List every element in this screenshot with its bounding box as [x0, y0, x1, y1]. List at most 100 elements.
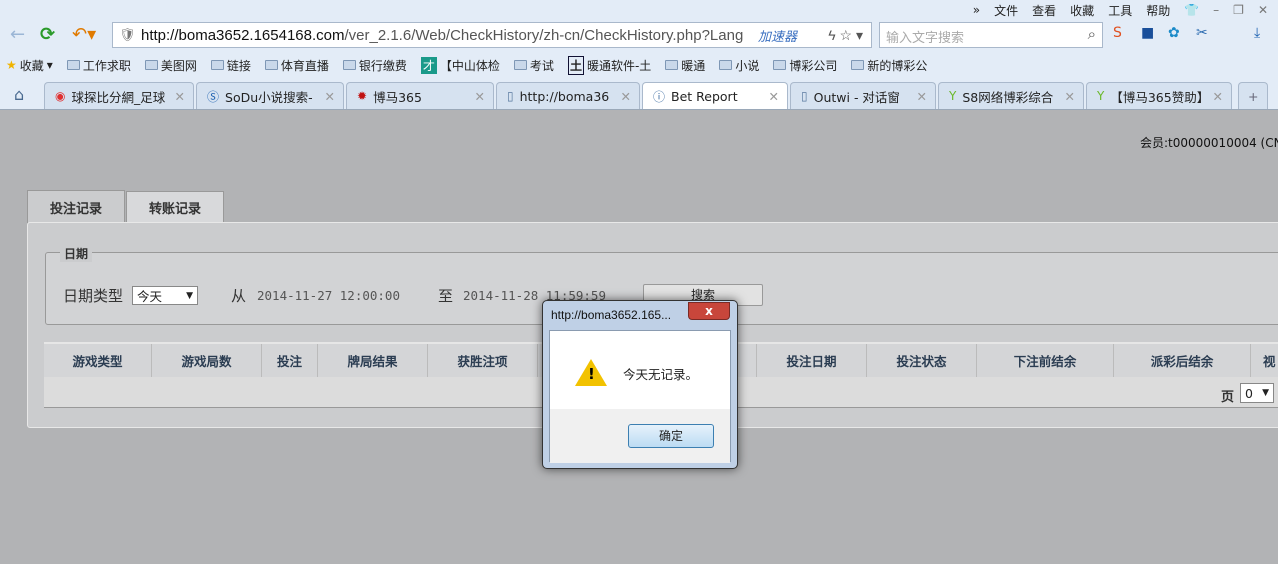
- date-type-select[interactable]: 今天 ▼: [132, 286, 198, 305]
- from-date[interactable]: 2014-11-27 12:00:00: [257, 288, 400, 303]
- url-host: http://boma3652.1654168.com: [141, 26, 345, 44]
- extension-icon[interactable]: S: [1113, 25, 1122, 41]
- bookmark-label: 【中山体检: [439, 58, 500, 73]
- dialog-close-button[interactable]: x: [688, 302, 730, 320]
- close-tab-icon[interactable]: ✕: [475, 89, 485, 104]
- folder-icon: [773, 60, 787, 70]
- bookmark-label: 美图网: [160, 58, 197, 73]
- bookmark[interactable]: 暖通: [665, 57, 705, 74]
- menu-file[interactable]: 文件: [994, 2, 1018, 19]
- search-input[interactable]: 输入文字搜索 ⌕: [879, 22, 1103, 48]
- back-icon[interactable]: ←: [10, 24, 25, 45]
- tab-label: S8网络博彩综合: [962, 89, 1054, 105]
- menu-more[interactable]: »: [973, 3, 980, 17]
- bookmark-label: 博彩公司: [789, 58, 838, 73]
- browser-tab[interactable]: ▯ Outwi - 对话窗 ✕: [790, 82, 936, 109]
- address-bar[interactable]: 🛡 http://boma3652.1654168.com/ver_2.1.6/…: [112, 22, 872, 48]
- browser-tab[interactable]: Y 【博马365赞助】 ✕: [1086, 82, 1232, 109]
- site-icon: Ⓢ: [207, 89, 220, 104]
- bookmark[interactable]: 才【中山体检: [420, 56, 500, 74]
- menu-view[interactable]: 查看: [1032, 2, 1056, 19]
- chevron-down-icon: ▼: [1262, 388, 1269, 398]
- bookmark[interactable]: 小说: [719, 57, 759, 74]
- tab-transfer-records[interactable]: 转账记录: [126, 191, 224, 222]
- column-header: 视: [1251, 344, 1278, 377]
- close-window-button[interactable]: ✕: [1258, 3, 1268, 17]
- search-icon[interactable]: ⌕: [1088, 25, 1096, 43]
- bookmark[interactable]: 博彩公司: [773, 57, 837, 74]
- date-legend: 日期: [60, 245, 93, 262]
- extension-icon[interactable]: ✂: [1196, 25, 1208, 41]
- bookmark-label: 银行缴费: [358, 58, 407, 73]
- menu-tools[interactable]: 工具: [1108, 2, 1132, 19]
- bookmark[interactable]: 体育直播: [264, 57, 329, 74]
- lightning-icon[interactable]: ϟ: [828, 27, 835, 43]
- minimize-button[interactable]: –: [1213, 3, 1219, 17]
- browser-tab[interactable]: ◉ 球探比分網_足球 ✕: [44, 82, 194, 109]
- column-header: 牌局结果: [318, 344, 428, 377]
- info-icon: ⓘ: [653, 89, 666, 104]
- bookmark[interactable]: 美图网: [144, 57, 197, 74]
- page-label: 页: [1221, 390, 1235, 405]
- menu-bar: » 文件 查看 收藏 工具 帮助 👕 – ❐ ✕: [973, 0, 1278, 20]
- browser-tab[interactable]: ▯ http://boma36 ✕: [496, 82, 640, 109]
- browser-tab[interactable]: Ⓢ SoDu小说搜索- ✕: [196, 82, 344, 109]
- menu-help[interactable]: 帮助: [1146, 2, 1170, 19]
- tab-label: 【博马365赞助】: [1110, 89, 1210, 105]
- bookmark[interactable]: 工作求职: [66, 57, 131, 74]
- folder-icon: [66, 60, 80, 70]
- folder-icon: [342, 60, 356, 70]
- column-header: 游戏局数: [152, 344, 262, 377]
- bookmark[interactable]: 链接: [210, 57, 251, 74]
- close-tab-icon[interactable]: ✕: [1213, 89, 1223, 104]
- page-icon: ▯: [507, 89, 514, 103]
- new-tab-button[interactable]: +: [1238, 82, 1268, 109]
- folder-icon: [665, 60, 679, 70]
- browser-tab-active[interactable]: ⓘ Bet Report ✕: [642, 82, 788, 109]
- restore-button[interactable]: ❐: [1233, 3, 1244, 17]
- close-tab-icon[interactable]: ✕: [621, 89, 631, 104]
- close-tab-icon[interactable]: ✕: [769, 89, 779, 104]
- download-icon[interactable]: ⤓: [1254, 25, 1260, 41]
- to-label: 至: [438, 287, 454, 305]
- folder-icon: [719, 60, 733, 70]
- star-icon[interactable]: ☆: [840, 27, 853, 43]
- dialog-message: 今天无记录。: [623, 367, 699, 382]
- bookmark-label: 小说: [735, 58, 760, 73]
- browser-chrome: » 文件 查看 收藏 工具 帮助 👕 – ❐ ✕ ← ⟳ ↶▾ 🛡 http:/…: [0, 0, 1278, 110]
- menu-favorites[interactable]: 收藏: [1070, 2, 1094, 19]
- bookmarks-bar: ★ 收藏 ▾ 工作求职 美图网 链接 体育直播 银行缴费 才【中山体检 考试 土暖通…: [6, 52, 927, 78]
- tab-bet-records[interactable]: 投注记录: [27, 190, 125, 223]
- close-tab-icon[interactable]: ✕: [1065, 89, 1075, 104]
- bookmark[interactable]: 银行缴费: [342, 57, 407, 74]
- bookmark[interactable]: 土暖通软件-土: [567, 55, 652, 75]
- tab-label: http://boma36: [519, 88, 610, 104]
- extension-icon[interactable]: ■: [1141, 25, 1154, 41]
- close-tab-icon[interactable]: ✕: [175, 89, 185, 104]
- bookmark[interactable]: 考试: [513, 57, 554, 74]
- bookmark[interactable]: 新的博彩公: [851, 57, 927, 74]
- warning-icon: !: [575, 359, 607, 386]
- tab-label: SoDu小说搜索-: [225, 89, 313, 105]
- close-tab-icon[interactable]: ✕: [917, 89, 927, 104]
- home-icon[interactable]: ⌂: [14, 85, 24, 104]
- dialog-title: http://boma3652.165...: [551, 308, 672, 322]
- browser-tab[interactable]: ✹ 博马365 ✕: [346, 82, 494, 109]
- column-header: 投注日期: [757, 344, 867, 377]
- page-select[interactable]: 0 ▼: [1240, 383, 1274, 403]
- accelerator-link[interactable]: 加速器: [758, 26, 797, 45]
- ok-button[interactable]: 确定: [628, 424, 714, 448]
- folder-icon: [264, 60, 278, 70]
- extension-icon[interactable]: ✿: [1168, 25, 1180, 41]
- bookmark-label: 暖通软件-土: [586, 58, 652, 73]
- skin-icon[interactable]: 👕: [1184, 3, 1199, 17]
- column-header: 游戏类型: [44, 344, 152, 377]
- site-icon: ✹: [357, 89, 368, 103]
- bookmark-label: 体育直播: [280, 58, 329, 73]
- browser-tab[interactable]: Y S8网络博彩综合 ✕: [938, 82, 1084, 109]
- close-tab-icon[interactable]: ✕: [325, 89, 335, 104]
- refresh-icon[interactable]: ⟳: [40, 24, 55, 45]
- favorites-button[interactable]: ★ 收藏 ▾: [6, 57, 53, 74]
- undo-icon[interactable]: ↶▾: [72, 24, 96, 45]
- dropdown-icon[interactable]: ▾: [856, 27, 863, 43]
